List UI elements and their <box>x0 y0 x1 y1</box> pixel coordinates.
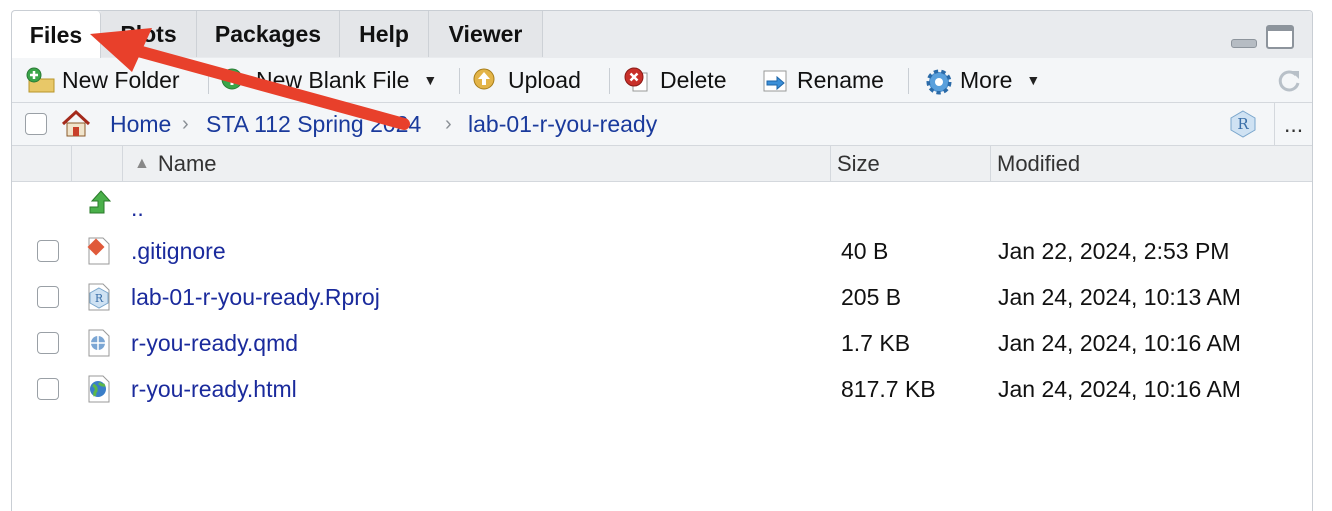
new-folder-label: New Folder <box>62 66 180 93</box>
more-button[interactable]: More ▼ <box>924 58 1040 102</box>
svg-text:R: R <box>1237 115 1249 133</box>
html-file-icon <box>86 375 112 403</box>
tab-files[interactable]: Files <box>12 11 101 59</box>
refresh-icon[interactable] <box>1274 65 1304 95</box>
minimize-pane-button[interactable] <box>1231 39 1257 48</box>
file-size: 40 B <box>841 237 889 264</box>
delete-label: Delete <box>660 66 727 93</box>
breadcrumb-overflow-button[interactable]: ... <box>1284 103 1303 145</box>
svg-text:R: R <box>95 292 104 305</box>
name-column-header[interactable]: ▲ Name <box>134 146 217 181</box>
parent-directory-link[interactable]: .. <box>131 185 144 231</box>
tab-packages-label: Packages <box>214 20 322 47</box>
new-folder-button[interactable]: New Folder <box>26 58 180 102</box>
file-name-link[interactable]: .gitignore <box>131 228 226 274</box>
delete-icon <box>624 67 650 93</box>
table-row[interactable]: r-you-ready.qmd 1.7 KB Jan 24, 2024, 10:… <box>12 320 1312 366</box>
rename-button[interactable]: Rename <box>761 58 884 102</box>
tab-files-label: Files <box>29 21 83 48</box>
row-checkbox[interactable] <box>37 332 59 354</box>
breadcrumb-separator-icon: › <box>182 112 189 135</box>
upload-label: Upload <box>508 66 581 93</box>
breadcrumb-separator-icon: › <box>445 112 452 135</box>
file-size: 1.7 KB <box>841 329 911 356</box>
modified-column-header[interactable]: Modified <box>997 146 1080 181</box>
breadcrumb: Home › STA 112 Spring 2024 › lab-01-r-yo… <box>12 103 1312 146</box>
gear-icon <box>924 67 952 95</box>
upload-button[interactable]: Upload <box>472 58 581 102</box>
upload-icon <box>472 67 498 93</box>
tab-help[interactable]: Help <box>340 11 429 57</box>
file-name-link[interactable]: r-you-ready.qmd <box>131 320 298 366</box>
size-column-header[interactable]: Size <box>837 146 880 181</box>
row-checkbox[interactable] <box>37 378 59 400</box>
name-column-label: Name <box>157 150 217 176</box>
tab-viewer-label: Viewer <box>448 20 523 47</box>
rename-icon <box>761 67 787 93</box>
files-toolbar: New Folder New Blank File ▼ Upload Delet… <box>12 58 1312 103</box>
file-size: 205 B <box>841 283 902 310</box>
table-row[interactable]: .gitignore 40 B Jan 22, 2024, 2:53 PM <box>12 228 1312 274</box>
file-modified: Jan 24, 2024, 10:13 AM <box>998 283 1241 310</box>
table-row[interactable]: r-you-ready.html 817.7 KB Jan 24, 2024, … <box>12 366 1312 412</box>
tab-plots[interactable]: Plots <box>101 11 197 57</box>
breadcrumb-item[interactable]: STA 112 Spring 2024 <box>206 103 421 145</box>
file-modified: Jan 22, 2024, 2:53 PM <box>998 237 1230 264</box>
files-pane: Files Plots Packages Help Viewer New Fol… <box>11 10 1313 511</box>
more-label: More <box>960 66 1013 93</box>
row-checkbox[interactable] <box>37 286 59 308</box>
breadcrumb-home[interactable]: Home <box>110 103 171 145</box>
new-blank-file-button[interactable]: New Blank File ▼ <box>220 58 437 102</box>
rename-label: Rename <box>797 66 884 93</box>
sort-ascending-icon: ▲ <box>134 154 150 172</box>
new-blank-file-label: New Blank File <box>256 66 410 93</box>
file-modified: Jan 24, 2024, 10:16 AM <box>998 329 1241 356</box>
tab-help-label: Help <box>359 20 409 47</box>
git-file-icon <box>86 237 112 265</box>
table-row[interactable]: R lab-01-r-you-ready.Rproj 205 B Jan 24,… <box>12 274 1312 320</box>
file-name-link[interactable]: lab-01-r-you-ready.Rproj <box>131 274 380 320</box>
file-modified: Jan 24, 2024, 10:16 AM <box>998 375 1241 402</box>
rproject-icon[interactable]: R <box>1228 109 1258 139</box>
new-file-icon <box>220 67 246 93</box>
row-checkbox[interactable] <box>37 240 59 262</box>
file-size: 817.7 KB <box>841 375 936 402</box>
quarto-file-icon <box>86 329 112 357</box>
file-name-link[interactable]: r-you-ready.html <box>131 366 297 412</box>
file-list-header: ▲ Name Size Modified <box>12 146 1312 182</box>
breadcrumb-item-current[interactable]: lab-01-r-you-ready <box>468 103 657 145</box>
maximize-pane-button[interactable] <box>1266 25 1294 49</box>
tab-plots-label: Plots <box>120 20 177 47</box>
tab-viewer[interactable]: Viewer <box>429 11 543 57</box>
rproj-file-icon: R <box>86 283 112 311</box>
delete-button[interactable]: Delete <box>624 58 726 102</box>
parent-directory-row[interactable]: .. <box>12 185 1312 231</box>
chevron-down-icon: ▼ <box>1026 72 1041 88</box>
tab-bar: Files Plots Packages Help Viewer <box>12 11 1312 59</box>
tab-packages[interactable]: Packages <box>197 11 340 57</box>
up-arrow-icon <box>86 189 112 217</box>
select-all-checkbox[interactable] <box>25 113 47 135</box>
chevron-down-icon: ▼ <box>423 72 438 88</box>
new-folder-icon <box>26 67 55 93</box>
home-icon[interactable] <box>60 109 92 139</box>
